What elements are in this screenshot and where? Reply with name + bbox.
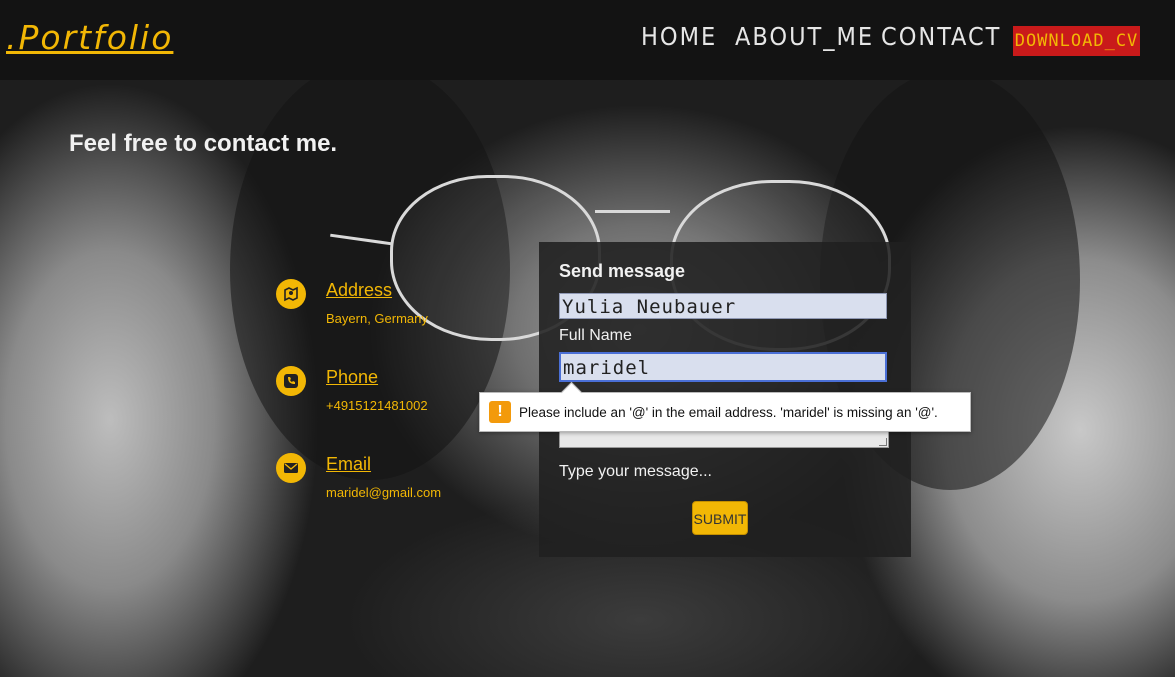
warning-icon: ! — [489, 401, 511, 423]
map-icon — [276, 279, 306, 309]
validation-message: Please include an '@' in the email addre… — [519, 405, 938, 420]
full-name-input[interactable]: Yulia Neubauer — [559, 293, 887, 319]
validation-tooltip: ! Please include an '@' in the email add… — [479, 381, 971, 432]
phone-icon — [276, 366, 306, 396]
email-input[interactable]: maridel — [559, 352, 887, 382]
submit-button[interactable]: SUBMIT — [692, 501, 748, 535]
nav-home[interactable]: HOME — [641, 22, 717, 51]
form-title: Send message — [559, 261, 686, 281]
top-navbar: .Portfolio HOME ABOUT_ME CONTACT DOWNLOA… — [0, 0, 1175, 80]
resize-handle[interactable] — [879, 438, 887, 446]
full-name-label: Full Name — [559, 327, 632, 344]
phone-title[interactable]: Phone — [326, 367, 378, 388]
email-title[interactable]: Email — [326, 454, 371, 475]
address-title[interactable]: Address — [326, 280, 392, 301]
page-heading: Feel free to contact me. — [69, 130, 338, 157]
logo-link[interactable]: .Portfolio — [6, 18, 173, 57]
nav-contact[interactable]: CONTACT — [881, 22, 1001, 51]
phone-value: +4915121481002 — [326, 398, 428, 413]
email-value: maridel@gmail.com — [326, 485, 442, 500]
download-cv-button[interactable]: DOWNLOAD_CV — [1013, 26, 1140, 56]
nav-about-me[interactable]: ABOUT_ME — [735, 22, 874, 51]
address-value: Bayern, Germany — [326, 311, 428, 326]
envelope-icon — [276, 453, 306, 483]
message-placeholder: Type your message... — [559, 463, 712, 480]
